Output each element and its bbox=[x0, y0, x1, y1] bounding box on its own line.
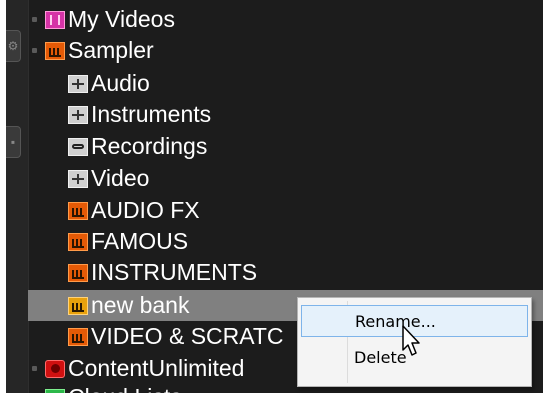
yellow-bank-icon bbox=[68, 296, 88, 315]
orange-bank-icon bbox=[68, 327, 88, 346]
tree-item-video[interactable]: Video bbox=[68, 163, 149, 194]
video-folder-icon bbox=[45, 10, 65, 29]
expander-icon[interactable] bbox=[32, 366, 37, 371]
tree-item-recordings[interactable]: Recordings bbox=[68, 131, 207, 162]
tree-item-label: ContentUnlimited bbox=[68, 355, 245, 381]
tree-item-label: Audio bbox=[91, 70, 150, 96]
strip-panel-icon[interactable]: ▪ bbox=[6, 126, 21, 158]
tree-item-label: Video bbox=[91, 165, 150, 191]
gray-folder-icon bbox=[68, 74, 88, 93]
tree-item-label: My Videos bbox=[68, 6, 175, 32]
expander-icon[interactable] bbox=[32, 17, 37, 22]
tree-item-instruments-bank[interactable]: INSTRUMENTS bbox=[68, 257, 257, 288]
orange-bank-icon bbox=[68, 263, 88, 282]
tree-item-famous[interactable]: FAMOUS bbox=[68, 226, 188, 257]
tree-item-label: INSTRUMENTS bbox=[91, 259, 258, 285]
tree-item-audio-fx[interactable]: AUDIO FX bbox=[68, 195, 200, 226]
mouse-pointer-icon bbox=[402, 325, 420, 356]
tree-item-cloud-lists[interactable]: Cloud Lists bbox=[32, 382, 182, 393]
tree-item-audio[interactable]: Audio bbox=[68, 68, 150, 99]
tree-item-label: VIDEO & SCRATC bbox=[91, 323, 284, 349]
tree-item-video-scratch[interactable]: VIDEO & SCRATC bbox=[68, 321, 284, 352]
orange-bank-icon bbox=[68, 232, 88, 251]
tree-item-instruments[interactable]: Instruments bbox=[68, 99, 211, 130]
tree-item-label: Sampler bbox=[68, 37, 154, 63]
left-toolbar-strip: ⚙ ▪ bbox=[6, 0, 29, 393]
tree-item-label: Recordings bbox=[91, 133, 208, 159]
sampler-folder-icon bbox=[45, 41, 65, 60]
gray-folder-icon bbox=[68, 105, 88, 124]
tree-item-label: FAMOUS bbox=[91, 228, 189, 254]
strip-gear-icon[interactable]: ⚙ bbox=[6, 30, 21, 62]
orange-bank-icon bbox=[68, 201, 88, 220]
delete-label: Delete bbox=[354, 347, 407, 367]
expander-icon[interactable] bbox=[32, 48, 37, 53]
content-unlimited-icon bbox=[45, 359, 65, 378]
tree-item-my-videos[interactable]: My Videos bbox=[32, 4, 175, 35]
tree-item-sampler[interactable]: Sampler bbox=[32, 35, 154, 66]
cloud-lists-icon bbox=[45, 388, 65, 393]
tree-item-content-unlimited[interactable]: ContentUnlimited bbox=[32, 353, 244, 384]
tree-item-label: AUDIO FX bbox=[91, 197, 200, 223]
rename-label: Rename... bbox=[355, 311, 436, 331]
tree-item-label: new bank bbox=[91, 292, 190, 318]
gray-folder-icon bbox=[68, 169, 88, 188]
recordings-folder-icon bbox=[68, 137, 88, 156]
tree-item-label: Cloud Lists bbox=[68, 382, 182, 393]
tree-item-label: Instruments bbox=[91, 101, 212, 127]
